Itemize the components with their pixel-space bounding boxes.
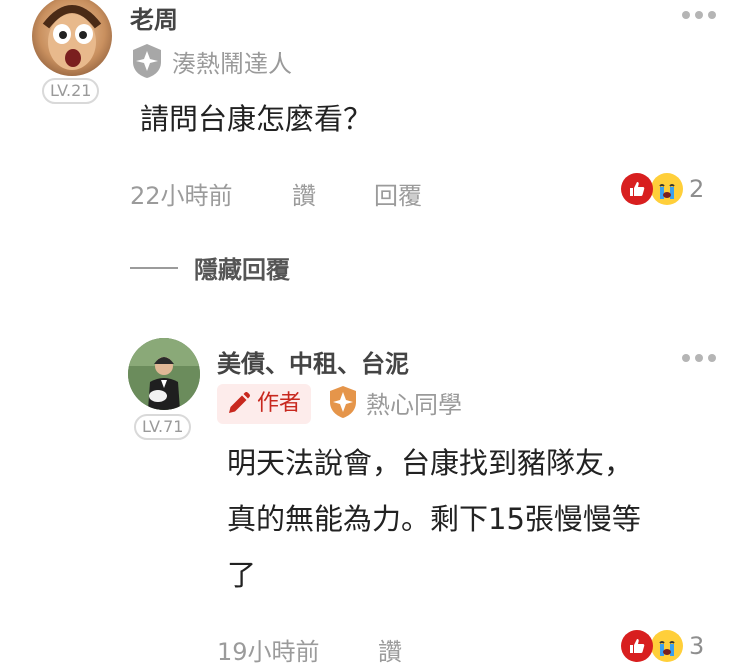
reply-button[interactable]: 回覆	[374, 176, 422, 211]
user-title-row: 熱心同學	[328, 384, 462, 420]
pencil-icon	[229, 392, 250, 413]
comment-text-line-2: 真的無能為力。剩下15張慢慢等	[227, 502, 641, 536]
user-title-row: 湊熱鬧達人	[130, 42, 292, 80]
comment-text-line-3: 了	[227, 558, 257, 592]
user-title: 熱心同學	[366, 390, 462, 419]
username[interactable]: 美債、中租、台泥	[217, 344, 409, 379]
more-options-icon[interactable]	[682, 11, 716, 19]
crying-face-icon	[651, 630, 683, 662]
level-badge: LV.71	[134, 414, 192, 440]
avatar[interactable]	[32, 0, 112, 76]
thumbs-up-icon	[621, 173, 653, 205]
reactions[interactable]: 2	[621, 173, 704, 205]
comment-text: 請問台康怎麼看？	[140, 102, 373, 136]
shield-badge-icon	[330, 386, 356, 418]
reaction-count: 3	[689, 632, 705, 660]
author-tag: 作者	[217, 384, 312, 424]
comment-text-line-1: 明天法說會，台康找到豬隊友，	[227, 446, 634, 480]
level-badge: LV.21	[42, 78, 100, 104]
reactions[interactable]: 3	[621, 630, 704, 662]
divider-line	[130, 266, 178, 269]
avatar[interactable]	[128, 338, 200, 410]
comment-time: 19小時前	[217, 638, 320, 666]
comment-time: 22小時前	[130, 182, 233, 210]
thumbs-up-icon	[621, 630, 653, 662]
author-tag-label: 作者	[257, 391, 302, 416]
avatar-face-icon	[42, 5, 102, 70]
like-button[interactable]: 讚	[292, 176, 316, 211]
hide-replies-button[interactable]: 隱藏回覆	[130, 250, 290, 285]
more-options-icon[interactable]	[682, 354, 716, 362]
shield-badge-icon	[133, 44, 161, 78]
like-button[interactable]: 讚	[378, 632, 402, 667]
reaction-count: 2	[689, 175, 705, 203]
hide-replies-label: 隱藏回覆	[194, 256, 290, 284]
avatar-photo-icon	[128, 338, 200, 410]
username[interactable]: 老周	[130, 0, 178, 35]
crying-face-icon	[651, 173, 683, 205]
user-title: 湊熱鬧達人	[172, 49, 292, 78]
